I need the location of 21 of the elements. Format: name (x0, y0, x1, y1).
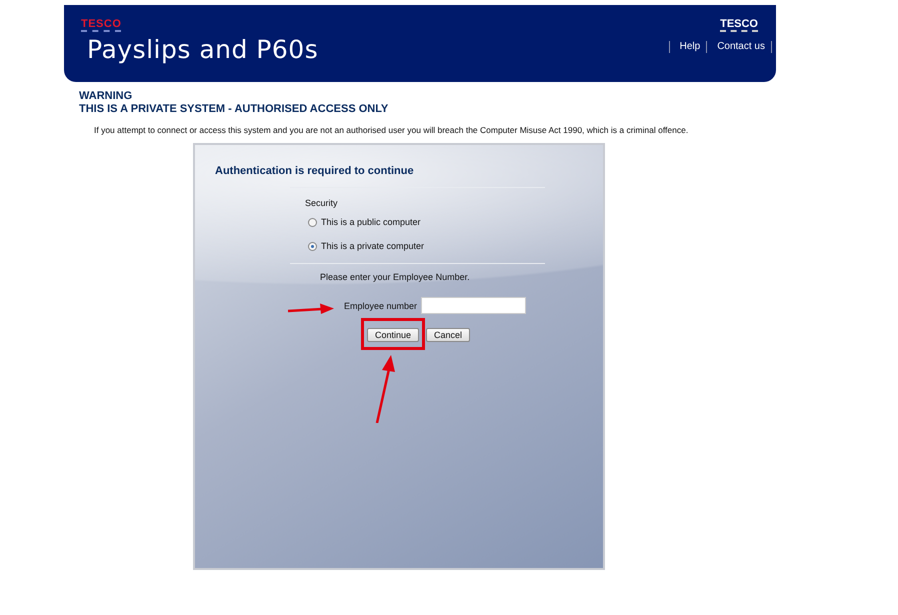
security-label: Security (305, 198, 339, 208)
brand-logo: TESCO (720, 19, 758, 32)
annotation-arrow (374, 355, 396, 423)
warning-subheading: THIS IS A PRIVATE SYSTEM - AUTHORISED ACCESS ONLY (79, 103, 390, 116)
header-link[interactable]: Help (668, 41, 708, 53)
cancel-button[interactable]: Cancel (426, 328, 470, 342)
prompt-text: Please enter your Employee Number. (320, 272, 471, 282)
brand-logo: TESCO (81, 19, 122, 32)
panel-title: Authentication is required to continue (215, 165, 415, 177)
employee-number-field[interactable] (421, 297, 526, 314)
warning-heading: WARNING (79, 90, 134, 103)
warning-notice: If you attempt to connect or access this system and you are not an authorised user you will breach the Computer Misuse Act 1990, which is a criminal offence. (94, 125, 690, 135)
continue-button[interactable]: Continue (367, 328, 420, 342)
field-label: Employee number (344, 300, 418, 310)
header-link[interactable]: Contact us (706, 41, 772, 53)
radio-button[interactable] (308, 242, 317, 250)
annotation-arrow (288, 303, 334, 315)
radio-option[interactable]: This is a public computer (308, 217, 421, 227)
radio-option[interactable]: This is a private computer (308, 241, 424, 251)
site-title: Payslips and P60s (87, 35, 318, 64)
radio-button[interactable] (308, 218, 317, 226)
